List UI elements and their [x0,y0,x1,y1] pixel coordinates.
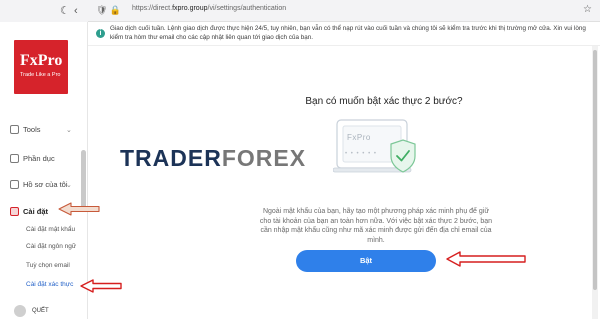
info-icon: i [96,29,105,38]
logo-name: FxPro [20,52,63,69]
url-prefix: https://direct. [132,5,173,12]
scroll-thumb[interactable] [593,50,597,290]
sidebar-bottom-label: QUẾT [32,308,49,314]
main-scrollbar[interactable] [592,46,598,319]
sidebar-item-analysis[interactable]: Phần dục [10,154,55,163]
sidebar-item-label: Phần dục [23,154,55,163]
illustration-password-dots: • • • • • • [345,151,377,157]
sidebar-item-label: Cài đặt [23,207,49,216]
theme-moon-icon[interactable]: ☾ [60,4,70,18]
annotation-arrow-authentication [80,279,122,293]
tools-icon [10,125,19,134]
watermark-part2: FOREX [221,145,307,171]
address-bar[interactable]: https://direct.fxpro.group/vi/settings/a… [132,5,286,12]
sidebar-subitem-email[interactable]: Tuỳ chọn email [26,262,70,269]
browser-toolbar: 🛡 🔒 https://direct.fxpro.group/vi/settin… [88,0,600,22]
annotation-arrow-settings [58,202,100,216]
sidebar-item-settings[interactable]: Cài đặt [10,207,48,216]
watermark-part1: TRADER [120,145,222,171]
sidebar-item-label: Tools [23,125,41,134]
collapse-chevron-icon[interactable]: ‹ [74,4,78,18]
chart-icon [10,154,19,163]
annotation-arrow-enable-button [446,251,526,267]
chevron-down-icon: ⌄ [66,181,72,189]
chevron-down-icon: ⌄ [66,126,72,134]
sidebar-bottom-item[interactable]: QUẾT [14,305,49,317]
fxpro-logo[interactable]: FxPro Trade Like a Pro [14,40,68,94]
sidebar-item-profile[interactable]: Hồ sơ của tôi ⌄ [10,180,72,189]
enable-2fa-button[interactable]: Bật [296,250,436,272]
url-path: /vi/settings/authentication [207,5,287,12]
two-factor-description: Ngoài mật khẩu của bạn, hãy tạo một phươ… [259,208,493,244]
sidebar-subitem-language[interactable]: Cài đặt ngôn ngữ [26,243,76,250]
sidebar-subitem-authentication[interactable]: Cài đặt xác thực [26,281,73,288]
weekend-notice: i Giao dịch cuối tuần. Lệnh giao dịch đư… [88,22,600,46]
logo-tagline: Trade Like a Pro [20,72,61,78]
shield-lock-icon: 🛡 🔒 [96,5,122,15]
app-window: ☾ ‹ FxPro Trade Like a Pro Tools ⌄ Phần … [0,0,600,319]
profile-icon [10,180,19,189]
laptop-shield-illustration [333,119,416,173]
page-title: Bạn có muốn bật xác thực 2 bước? [305,96,463,107]
illustration-brand-text: FxPro [347,133,371,142]
url-domain: fxpro.group [172,5,208,12]
sidebar-topbar: ☾ ‹ [0,0,88,22]
sidebar: ☾ ‹ FxPro Trade Like a Pro Tools ⌄ Phần … [0,0,88,319]
bookmark-star-icon[interactable]: ☆ [583,4,592,15]
notice-text: Giao dịch cuối tuần. Lệnh giao dịch được… [110,25,586,41]
sidebar-item-label: Hồ sơ của tôi [23,180,68,189]
avatar [14,305,26,317]
sidebar-subitem-password[interactable]: Cài đặt mật khẩu [26,226,75,233]
sidebar-item-tools[interactable]: Tools ⌄ [10,125,72,134]
gear-icon [10,207,19,216]
traderforex-watermark: TRADERFOREX [120,145,306,172]
